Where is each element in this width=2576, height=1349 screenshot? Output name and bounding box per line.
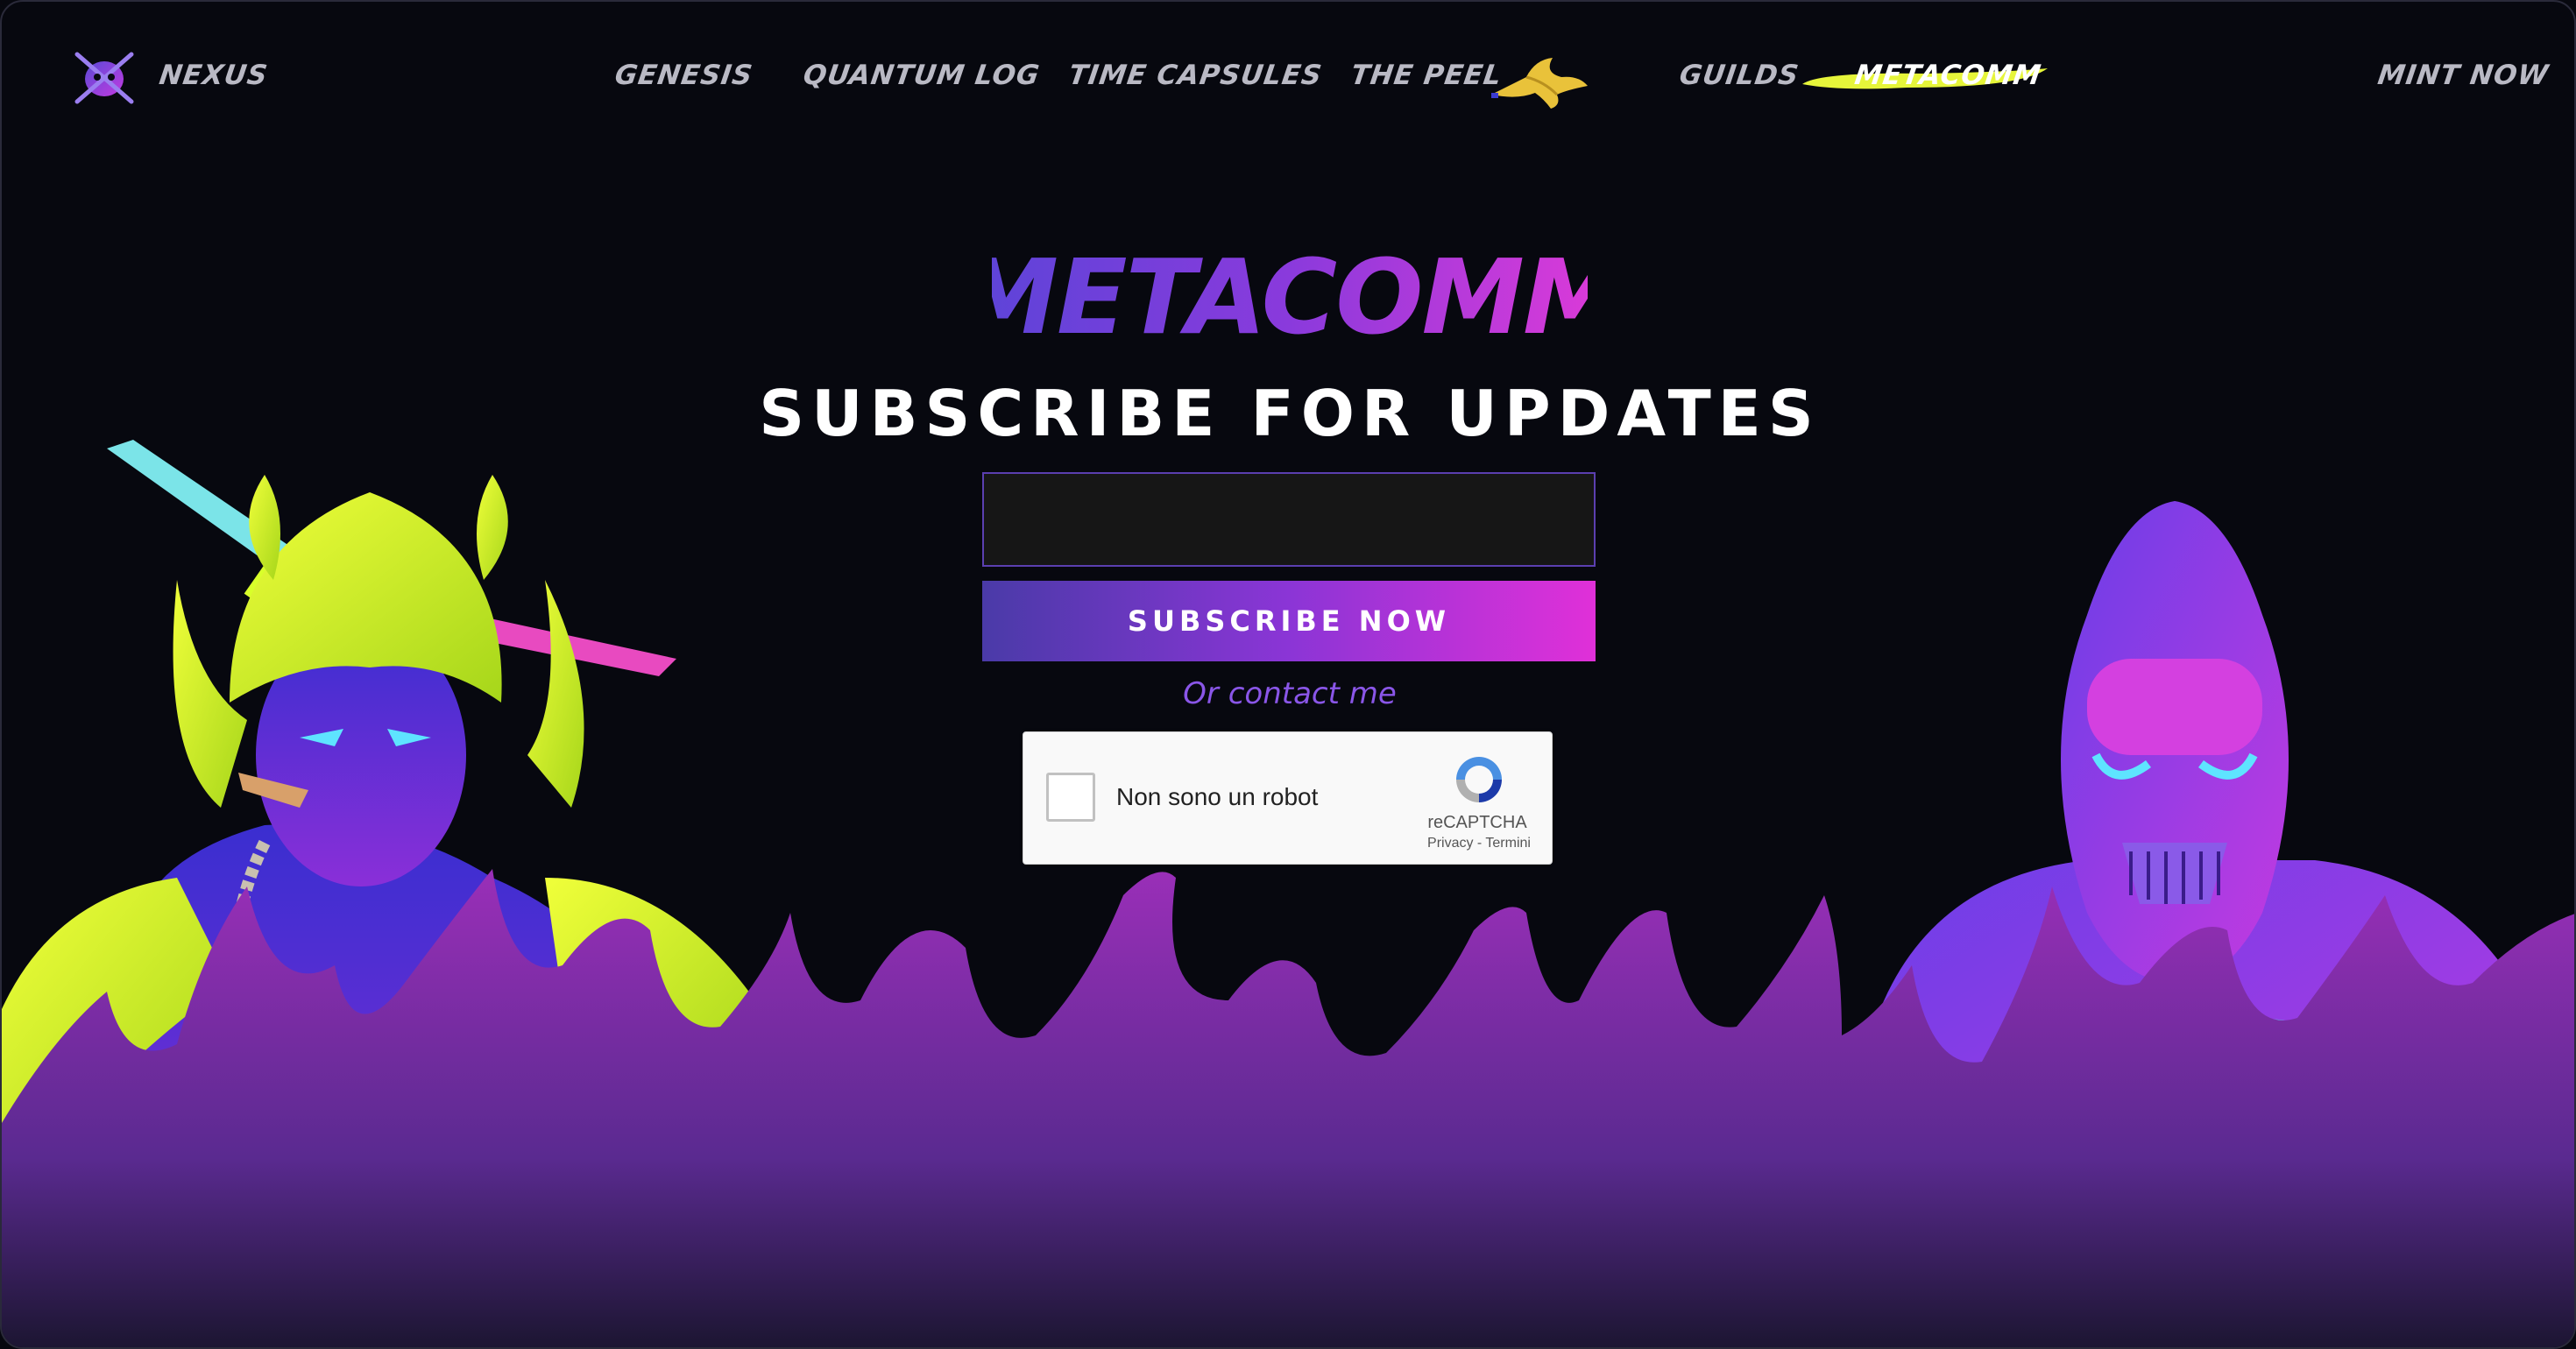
subscribe-heading: SUBSCRIBE FOR UPDATES (759, 377, 1821, 450)
nav-item-time-capsules[interactable]: TIME CAPSULES (1066, 60, 1324, 91)
recaptcha-icon (1456, 757, 1502, 802)
nav-mint-now-link[interactable]: MINT NOW (2375, 60, 2551, 91)
contact-me-link[interactable]: Or contact me (2, 676, 2574, 711)
recaptcha-widget: Non sono un robot reCAPTCHA Privacy - Te… (1023, 731, 1553, 865)
nav-item-guilds[interactable]: GUILDS (1677, 60, 1801, 91)
metacomm-logo: METACOMM (992, 238, 1588, 352)
nav-item-the-peel[interactable]: THE PEEL (1348, 60, 1504, 91)
banana-peel-icon (1491, 58, 1588, 109)
page-frame: NEXUS GENESIS QUANTUM LOG TIME CAPSULES … (0, 0, 2576, 1349)
nav-brand-nexus[interactable]: NEXUS (157, 60, 270, 91)
nav-item-genesis[interactable]: GENESIS (612, 60, 754, 91)
nav-item-metacomm[interactable]: METACOMM (1852, 60, 2043, 91)
metacomm-logo-text: METACOMM (992, 238, 1588, 352)
subscribe-now-button[interactable]: SUBSCRIBE NOW (982, 581, 1596, 661)
recaptcha-brand: reCAPTCHA (1427, 813, 1527, 832)
flames-decoration (2, 869, 2574, 1347)
nav-item-quantum-log[interactable]: QUANTUM LOG (801, 60, 1042, 91)
recaptcha-checkbox[interactable] (1046, 773, 1095, 822)
recaptcha-label: Non sono un robot (1116, 783, 1319, 810)
recaptcha-privacy-terms-links[interactable]: Privacy - Termini (1409, 836, 1549, 851)
top-nav: NEXUS GENESIS QUANTUM LOG TIME CAPSULES … (2, 2, 2574, 159)
nexus-logo-icon[interactable] (74, 51, 135, 105)
email-input[interactable] (982, 472, 1596, 567)
